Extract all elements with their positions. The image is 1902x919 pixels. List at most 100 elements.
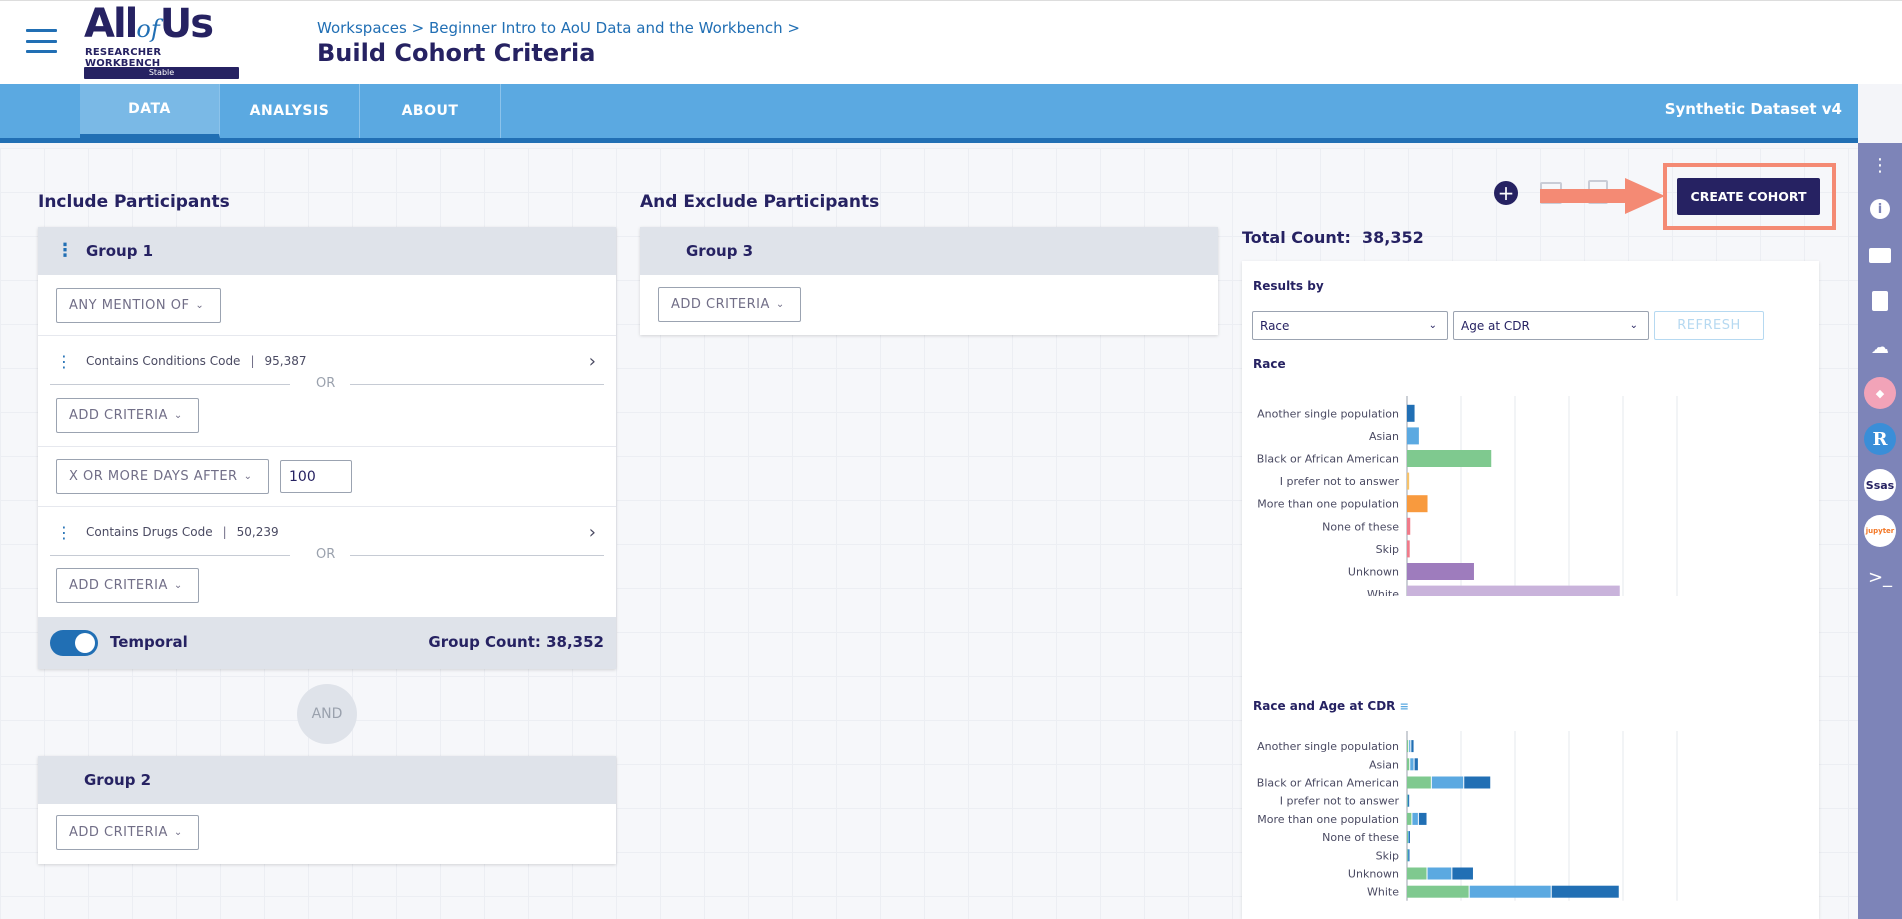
bar-segment xyxy=(1408,849,1410,862)
total-count-label: Total Count: xyxy=(1242,228,1351,247)
temporal-toggle[interactable] xyxy=(50,630,98,656)
workspace-nav: DATA ANALYSIS ABOUT Synthetic Dataset v4 xyxy=(0,84,1858,143)
rstudio-app-icon[interactable]: R xyxy=(1864,423,1896,455)
group-3-name: Group 3 xyxy=(686,242,754,260)
criteria-menu-icon[interactable]: ⋮ xyxy=(56,523,72,542)
include-title: Include Participants xyxy=(38,192,230,212)
category-label: Unknown xyxy=(1348,566,1399,579)
race-age-chart: Another single population Asian Black or A… xyxy=(1257,731,1678,901)
chevron-down-icon: ⌄ xyxy=(173,410,183,421)
days-input[interactable] xyxy=(280,460,352,493)
category-label: I prefer not to answer xyxy=(1280,795,1400,808)
breadcrumb-workspace[interactable]: Beginner Intro to AoU Data and the Workb… xyxy=(429,19,783,37)
bar xyxy=(1407,472,1410,490)
bar-segment xyxy=(1407,740,1409,753)
primary-dropdown[interactable]: Race ⌄ xyxy=(1252,311,1448,340)
group-1-footer: Temporal Group Count: 38,352 xyxy=(38,617,616,669)
pointer-arrow-icon xyxy=(1540,178,1665,214)
or-line xyxy=(350,555,604,556)
bar-segment xyxy=(1464,776,1491,789)
criteria-menu-icon[interactable]: ⋮ xyxy=(56,352,72,371)
or-line xyxy=(50,384,290,385)
bar-segment xyxy=(1407,812,1412,825)
divider xyxy=(38,446,616,447)
bar xyxy=(1407,585,1620,596)
bar xyxy=(1407,495,1428,513)
secondary-dropdown[interactable]: Age at CDR ⌄ xyxy=(1453,311,1649,340)
divider xyxy=(38,506,616,507)
add-criteria-button[interactable]: ADD CRITERIA ⌄ xyxy=(56,568,199,603)
chevron-down-icon: ⌄ xyxy=(243,471,253,482)
hamburger-menu-icon[interactable] xyxy=(26,29,57,53)
refresh-button[interactable]: REFRESH xyxy=(1654,311,1764,340)
and-connector: AND xyxy=(297,684,357,744)
bar-segment xyxy=(1412,812,1418,825)
bar xyxy=(1407,540,1410,558)
category-label: More than one population xyxy=(1257,813,1399,826)
chevron-down-icon: ⌄ xyxy=(775,299,785,310)
bar xyxy=(1407,450,1492,467)
group-2-header: Group 2 xyxy=(38,756,616,804)
race-chart: Another single population Asian Black or A… xyxy=(1257,396,1678,596)
temporal-label: Temporal xyxy=(110,633,188,651)
group-menu-icon[interactable]: ⋮ xyxy=(56,242,74,260)
tab-analysis[interactable]: ANALYSIS xyxy=(220,84,360,138)
group-1-name: Group 1 xyxy=(86,242,154,260)
group-2-card: Group 2 ADD CRITERIA ⌄ xyxy=(38,756,616,864)
exclude-title: And Exclude Participants xyxy=(640,192,880,212)
category-label: Black or African American xyxy=(1257,777,1399,790)
chevron-right-icon[interactable]: › xyxy=(589,351,596,372)
bar-segment xyxy=(1469,885,1551,898)
terminal-icon[interactable]: >_ xyxy=(1866,563,1894,591)
bar xyxy=(1407,404,1415,422)
add-criteria-button[interactable]: ADD CRITERIA ⌄ xyxy=(56,815,199,850)
all-of-us-logo[interactable]: AllofUs RESEARCHER WORKBENCH Stable xyxy=(84,1,239,79)
chart-2-title: Race and Age at CDR ≡ xyxy=(1253,699,1409,713)
more-options-icon[interactable]: ⋮ xyxy=(1866,151,1894,179)
any-mention-select[interactable]: ANY MENTION OF ⌄ xyxy=(56,288,221,323)
or-label: OR xyxy=(316,547,336,562)
add-icon[interactable]: + xyxy=(1494,181,1518,205)
sort-icon[interactable]: ≡ xyxy=(1400,700,1409,713)
results-card: Results by Race ⌄ Age at CDR ⌄ REFRESH Rac… xyxy=(1242,261,1819,919)
group-3-card: Group 3 ADD CRITERIA ⌄ xyxy=(640,227,1218,335)
chevron-right-icon[interactable]: › xyxy=(589,522,596,543)
jupyter-app-icon[interactable]: jupyter xyxy=(1864,515,1896,547)
criteria-label: Contains Drugs Code xyxy=(86,525,213,539)
bar-segment xyxy=(1409,740,1411,753)
bar-segment xyxy=(1418,812,1427,825)
criteria-separator: | xyxy=(222,525,227,539)
cloud-icon[interactable]: ☁ xyxy=(1866,333,1894,361)
tab-data[interactable]: DATA xyxy=(80,84,220,138)
logo-of: of xyxy=(136,15,160,43)
temporal-mention-select[interactable]: X OR MORE DAYS AFTER ⌄ xyxy=(56,459,269,494)
primary-dropdown-value: Race xyxy=(1260,318,1290,333)
stable-badge: Stable xyxy=(84,67,239,79)
galaxy-app-icon[interactable]: ◆ xyxy=(1864,377,1896,409)
breadcrumb: Workspaces > Beginner Intro to AoU Data … xyxy=(317,19,800,37)
add-criteria-button[interactable]: ADD CRITERIA ⌄ xyxy=(56,398,199,433)
bar-segment xyxy=(1408,794,1410,807)
or-label: OR xyxy=(316,376,336,391)
chevron-down-icon: ⌄ xyxy=(173,827,183,838)
folder-icon[interactable] xyxy=(1866,241,1894,269)
category-label: White xyxy=(1367,886,1399,899)
bar-segment xyxy=(1431,776,1464,789)
secondary-dropdown-value: Age at CDR xyxy=(1461,318,1530,333)
chevron-down-icon: ⌄ xyxy=(1428,320,1437,331)
bar xyxy=(1407,517,1411,535)
breadcrumb-workspaces[interactable]: Workspaces xyxy=(317,19,407,37)
tab-about[interactable]: ABOUT xyxy=(360,84,501,138)
divider xyxy=(38,335,616,336)
criteria-label: Contains Conditions Code xyxy=(86,354,241,368)
add-criteria-label: ADD CRITERIA xyxy=(69,825,168,840)
category-label: More than one population xyxy=(1257,498,1399,511)
add-criteria-button[interactable]: ADD CRITERIA ⌄ xyxy=(658,287,801,322)
info-icon[interactable]: i xyxy=(1866,195,1894,223)
bar xyxy=(1407,427,1419,445)
results-by-label: Results by xyxy=(1253,279,1324,293)
sas-app-icon[interactable]: Ssas xyxy=(1864,469,1896,501)
create-cohort-button[interactable]: CREATE COHORT xyxy=(1677,178,1820,215)
bar-segment xyxy=(1551,885,1619,898)
notebook-icon[interactable] xyxy=(1866,287,1894,315)
